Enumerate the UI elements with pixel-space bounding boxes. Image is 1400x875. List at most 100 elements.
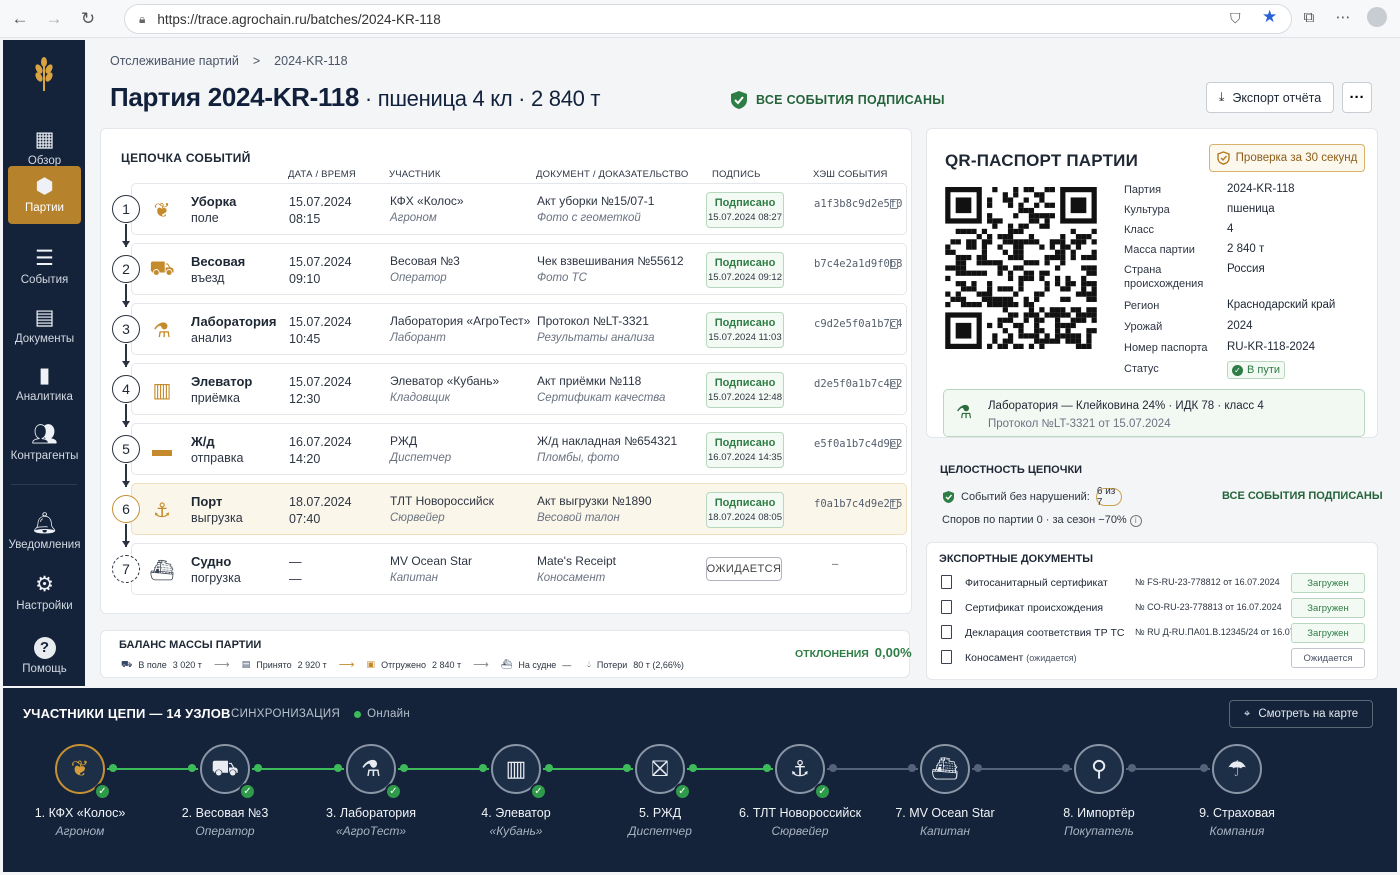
event-chain-card: ЦЕПОЧКА СОБЫТИЙ ДАТА / ВРЕМЯ УЧАСТНИК ДО… xyxy=(100,128,912,614)
participant-node[interactable]: ⛝ ✓ 5. РЖД Диспетчер xyxy=(590,744,730,838)
reload-icon[interactable]: ↻ xyxy=(74,5,102,33)
bookmark-star-icon[interactable]: ★ xyxy=(1262,7,1277,27)
export-document-row[interactable]: Коносамент (ожидается) Ожидается xyxy=(941,648,1371,670)
sidebar-item-contractors[interactable]: 👥︎ Контрагенты xyxy=(8,415,81,471)
participant-node[interactable]: ⛴ 7. MV Ocean Star Капитан xyxy=(875,744,1015,838)
breadcrumb-parent[interactable]: Отслеживание партий xyxy=(110,54,239,68)
info-icon[interactable]: i xyxy=(1129,514,1142,527)
copy-icon[interactable] xyxy=(890,259,898,269)
export-report-button[interactable]: ⤓ Экспорт отчёта xyxy=(1206,82,1334,113)
copy-icon[interactable] xyxy=(890,319,898,329)
event-participant[interactable]: Лаборатория «АгроТест» xyxy=(390,314,530,328)
signature-badge[interactable]: Подписано 18.07.2024 08:05 xyxy=(706,492,784,528)
map-pin-icon: ⌖ xyxy=(1243,707,1251,720)
wheat-logo-icon[interactable] xyxy=(3,54,85,94)
export-document-status[interactable]: Загружен xyxy=(1291,598,1365,618)
profile-icon[interactable] xyxy=(1364,4,1390,30)
event-stage: приёмка xyxy=(191,391,240,405)
event-row[interactable]: 3 ⚗ Лаборатория анализ 15.07.2024 10:45 Л… xyxy=(112,303,907,367)
signature-badge[interactable]: Подписано 15.07.2024 08:27 xyxy=(706,192,784,228)
sidebar-item-settings[interactable]: ⚙ Настройки xyxy=(8,565,81,621)
participant-node[interactable]: ▥ ✓ 4. Элеватор «Кубань» xyxy=(446,744,586,838)
event-document[interactable]: Акт выгрузки №1890 xyxy=(537,494,652,508)
participant-role: Агроном xyxy=(390,212,437,224)
qr-passport-card: QR-ПАСПОРТ ПАРТИИ Проверка за 30 секунд … xyxy=(926,128,1378,438)
sidebar-item-notifications[interactable]: 🔔︎ Уведомления xyxy=(8,504,81,560)
event-row[interactable]: 2 ⛟ Весовая въезд 15.07.2024 09:10 Весова… xyxy=(112,243,907,307)
participant-node[interactable]: ⚓ ✓ 6. ТЛТ Новороссийск Сюрвейер xyxy=(730,744,870,838)
sidebar-item-analytics[interactable]: ▮ Аналитика xyxy=(8,356,81,412)
participant-node[interactable]: ❦ ✓ 1. КФХ «Колос» Агроном xyxy=(10,744,150,838)
mass-balance-card: БАЛАНС МАССЫ ПАРТИИ ⛟ В поле 3 020 т ⟶ ▤ … xyxy=(100,630,912,678)
copy-icon[interactable] xyxy=(890,199,898,209)
event-document[interactable]: Ж/д накладная №654321 xyxy=(537,434,677,448)
export-document-row[interactable]: Сертификат происхождения № CO-RU-23-7788… xyxy=(941,598,1371,620)
node-name: 6. ТЛТ Новороссийск xyxy=(738,806,862,820)
sidebar-item-batches[interactable]: ⬢ Партии xyxy=(8,166,81,224)
event-row[interactable]: 6 ⚓ Порт выгрузка 18.07.2024 07:40 ТЛТ Но… xyxy=(112,483,907,547)
node-role: Сюрвейер xyxy=(771,824,829,838)
passport-field-value: RU-KR-118-2024 xyxy=(1227,341,1315,353)
event-participant[interactable]: Весовая №3 xyxy=(390,254,460,268)
event-participant[interactable]: MV Ocean Star xyxy=(390,554,472,568)
participant-node[interactable]: ⚗ ✓ 3. Лаборатория «АгроТест» xyxy=(301,744,441,838)
event-document[interactable]: Акт уборки №15/07-1 xyxy=(537,194,654,208)
step-number: 7 xyxy=(112,555,140,583)
arrow-down-icon xyxy=(122,241,130,247)
event-name: Порт xyxy=(191,494,223,509)
event-document[interactable]: Mate's Receipt xyxy=(537,554,616,568)
sidebar-item-help[interactable]: ? Помощь xyxy=(8,627,81,683)
address-bar[interactable]: 🔒︎ https://trace.agrochain.ru/batches/20… xyxy=(124,4,1292,34)
menu-dots-icon[interactable]: ⋯ xyxy=(1330,4,1356,30)
event-participant[interactable]: КФХ «Колос» xyxy=(390,194,464,208)
signature-badge[interactable]: Подписано 15.07.2024 12:48 xyxy=(706,372,784,408)
shield-icon[interactable]: ⛉ xyxy=(1230,10,1241,27)
export-document-status[interactable]: Загружен xyxy=(1291,573,1365,593)
export-document-name: Сертификат происхождения xyxy=(965,602,1104,614)
back-icon[interactable]: ← xyxy=(6,5,34,33)
document-evidence: Пломбы, фото xyxy=(537,452,620,464)
link-dot xyxy=(689,764,697,772)
browser-bar: ← → ↻ 🔒︎ https://trace.agrochain.ru/batc… xyxy=(0,0,1400,38)
participant-node[interactable]: ⚲ 8. Импортёр Покупатель xyxy=(1029,744,1169,838)
ship-icon: ⛴ xyxy=(149,559,175,582)
verify-30s-button[interactable]: Проверка за 30 секунд xyxy=(1209,144,1365,172)
copy-icon[interactable] xyxy=(890,439,898,449)
node-name: 8. Импортёр xyxy=(1063,806,1135,820)
event-participant[interactable]: ТЛТ Новороссийск xyxy=(390,494,494,508)
export-document-status[interactable]: Ожидается xyxy=(1291,648,1365,668)
export-document-row[interactable]: Декларация соответствия ТР ТС № RU Д-RU.… xyxy=(941,623,1371,645)
event-row[interactable]: 4 ▥ Элеватор приёмка 15.07.2024 12:30 Эле… xyxy=(112,363,907,427)
export-document-status[interactable]: Загружен xyxy=(1291,623,1365,643)
event-document[interactable]: Акт приёмки №118 xyxy=(537,374,641,388)
event-participant[interactable]: РЖД xyxy=(390,434,417,448)
view-on-map-button[interactable]: ⌖ Смотреть на карте xyxy=(1229,700,1373,728)
participant-node[interactable]: ⛟ ✓ 2. Весовая №3 Оператор xyxy=(155,744,295,838)
signature-badge[interactable]: Подписано 16.07.2024 14:35 xyxy=(706,432,784,468)
check-icon: ✓ xyxy=(385,783,402,800)
copy-icon[interactable] xyxy=(890,379,898,389)
participant-node[interactable]: ☂ 9. Страховая Компания xyxy=(1167,744,1307,838)
event-row[interactable]: 5 ▬ Ж/д отправка 16.07.2024 14:20 РЖД Дис… xyxy=(112,423,907,487)
qr-code[interactable] xyxy=(945,187,1097,349)
event-row[interactable]: 1 ❦ Уборка поле 15.07.2024 08:15 КФХ «Кол… xyxy=(112,183,907,247)
event-participant[interactable]: Элеватор «Кубань» xyxy=(390,374,499,388)
signature-badge[interactable]: Подписано 15.07.2024 09:12 xyxy=(706,252,784,288)
event-document[interactable]: Чек взвешивания №55612 xyxy=(537,254,684,268)
sidebar-item-documents[interactable]: ▤ Документы xyxy=(8,298,81,354)
signature-badge[interactable]: Подписано 15.07.2024 11:03 xyxy=(706,312,784,348)
download-icon: ⤓ xyxy=(1218,90,1225,104)
export-document-row[interactable]: Фитосанитарный сертификат № FS-RU-23-778… xyxy=(941,573,1371,595)
more-options-button[interactable]: ··· xyxy=(1342,82,1372,113)
event-document[interactable]: Протокол №LT-3321 xyxy=(537,314,649,328)
forward-icon[interactable]: → xyxy=(40,5,68,33)
participant-role: Капитан xyxy=(390,572,438,584)
event-stage: выгрузка xyxy=(191,511,243,525)
document-evidence: Весовой талон xyxy=(537,512,620,524)
extensions-icon[interactable]: ⧉ xyxy=(1296,4,1322,30)
event-row[interactable]: 7 ⛴ Судно погрузка — — MV Ocean Star Капи… xyxy=(112,543,907,595)
copy-icon[interactable] xyxy=(890,499,898,509)
box-icon: ⬢ xyxy=(35,175,54,198)
sidebar-item-events[interactable]: ☰ События xyxy=(8,239,81,295)
document-evidence: Результаты анализа xyxy=(537,332,655,344)
